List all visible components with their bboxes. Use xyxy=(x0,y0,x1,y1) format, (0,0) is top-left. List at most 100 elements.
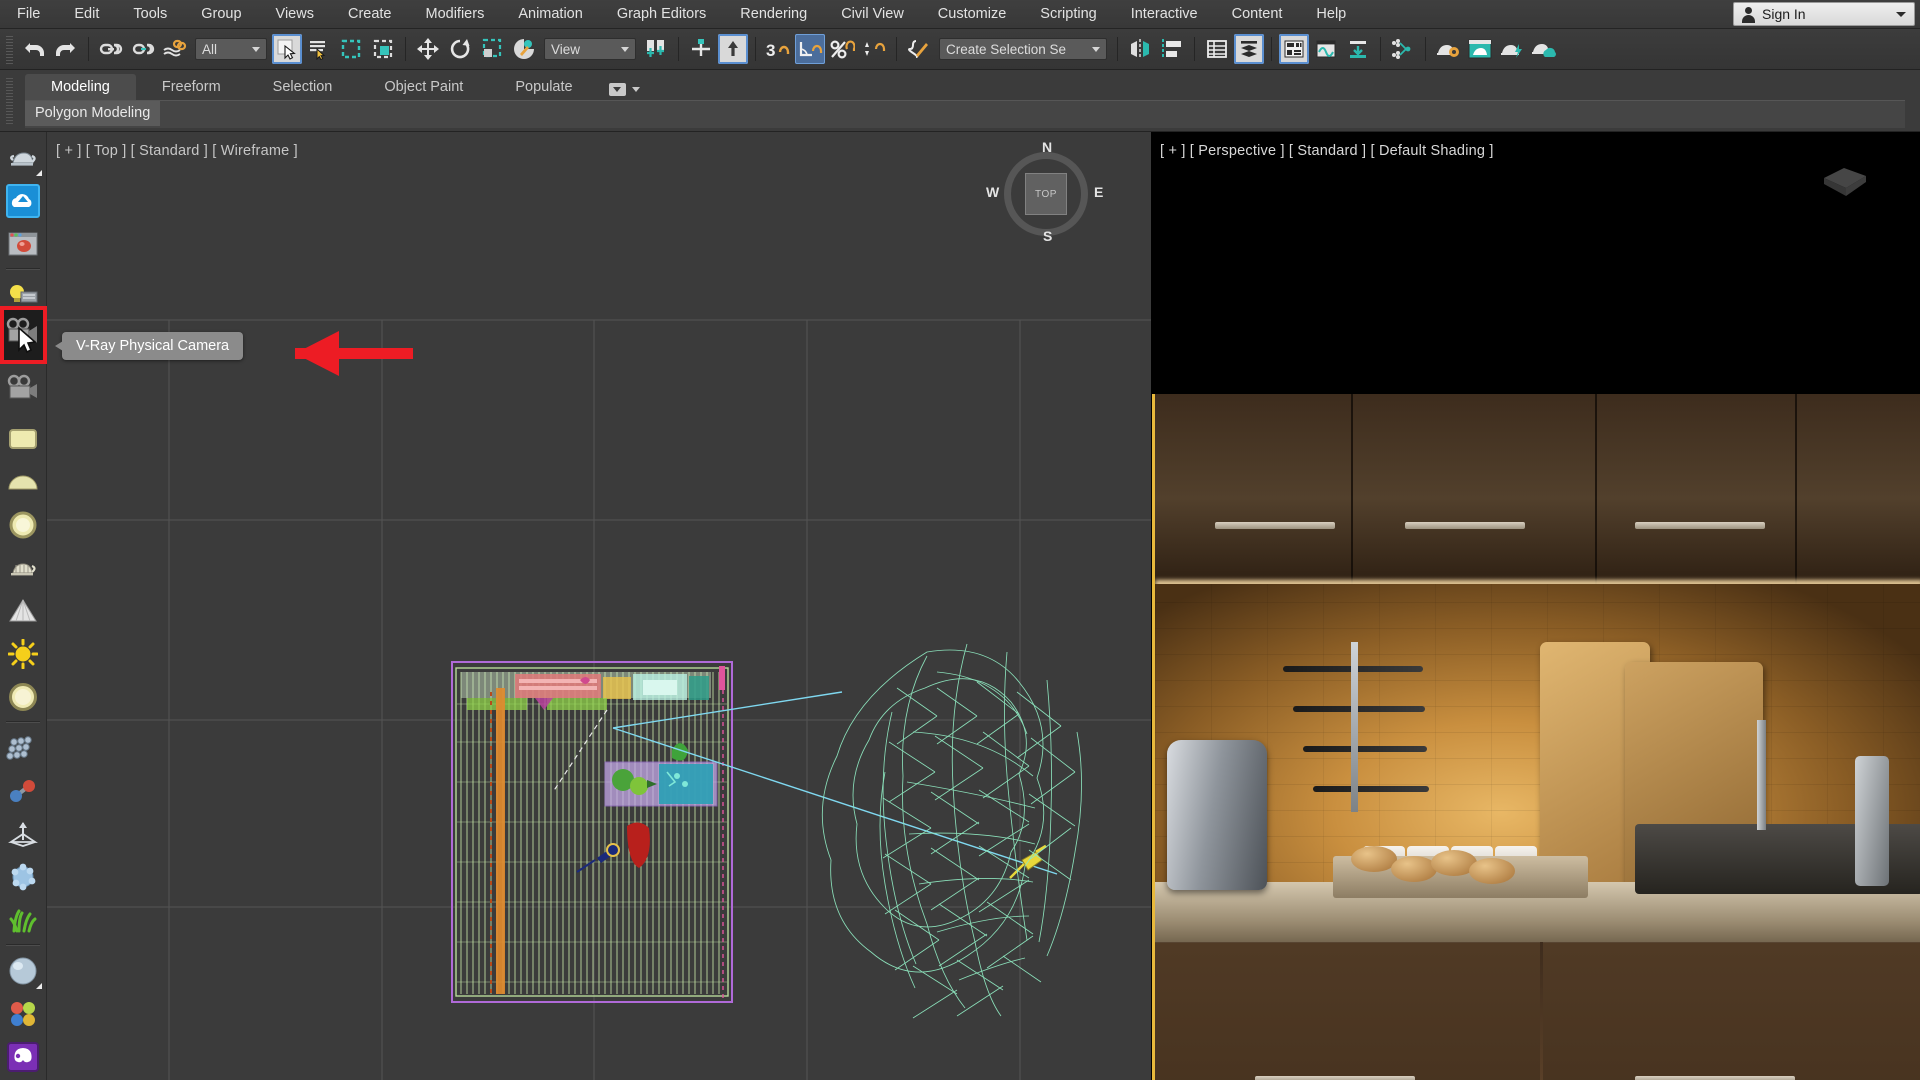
view-cube-perspective[interactable] xyxy=(1808,150,1880,210)
undo-button[interactable] xyxy=(19,34,49,64)
menu-item-edit[interactable]: Edit xyxy=(57,3,116,26)
reference-coordinate-system-combo[interactable]: View xyxy=(544,38,636,60)
layer-explorer-button[interactable] xyxy=(1202,34,1232,64)
material-editor-button[interactable] xyxy=(2,992,45,1035)
toolbar-divider xyxy=(6,268,40,270)
toolbar-grip[interactable] xyxy=(6,34,13,64)
left-command-toolbar xyxy=(0,132,47,1080)
view-cube-west-label[interactable]: W xyxy=(986,184,999,200)
sun-light-button[interactable] xyxy=(2,632,45,675)
bind-to-space-warp-button[interactable] xyxy=(160,34,190,64)
viewport-perspective[interactable]: [ + ] [ Perspective ] [ Standard ] [ Def… xyxy=(1151,132,1920,1080)
dome-primitive-button[interactable] xyxy=(2,460,45,503)
sign-in-button[interactable]: Sign In xyxy=(1733,2,1915,26)
menu-item-group[interactable]: Group xyxy=(184,3,258,26)
ribbon-panel-label[interactable]: Polygon Modeling xyxy=(25,101,161,126)
menu-item-content[interactable]: Content xyxy=(1215,3,1300,26)
edit-named-selection-sets-button[interactable] xyxy=(904,34,934,64)
tab-selection[interactable]: Selection xyxy=(247,74,359,100)
view-cube-top-face[interactable]: TOP xyxy=(1025,173,1067,215)
spinner-snap-toggle-button[interactable] xyxy=(859,34,889,64)
select-and-move-button[interactable] xyxy=(413,34,443,64)
tab-modeling[interactable]: Modeling xyxy=(25,74,136,100)
tab-object-paint[interactable]: Object Paint xyxy=(358,74,489,100)
ring-light-button[interactable] xyxy=(2,675,45,718)
compound-object-button[interactable] xyxy=(2,769,45,812)
select-and-place-button[interactable] xyxy=(509,34,539,64)
curve-editor-button[interactable] xyxy=(1311,34,1341,64)
rendered-frame-window-button[interactable] xyxy=(1465,34,1495,64)
disc-light-button[interactable] xyxy=(2,503,45,546)
plane-primitive-button[interactable] xyxy=(2,417,45,460)
grass-object-button[interactable] xyxy=(2,898,45,941)
select-and-manipulate-button[interactable] xyxy=(686,34,716,64)
unlink-selection-button[interactable] xyxy=(128,34,158,64)
ribbon-grip[interactable] xyxy=(6,76,13,124)
particle-view-button[interactable] xyxy=(1388,34,1418,64)
redo-button[interactable] xyxy=(51,34,81,64)
render-production-button[interactable] xyxy=(1497,34,1527,64)
scene-explorer-button[interactable] xyxy=(1234,34,1264,64)
menu-item-rendering[interactable]: Rendering xyxy=(723,3,824,26)
menu-item-tools[interactable]: Tools xyxy=(116,3,184,26)
select-and-scale-button[interactable] xyxy=(477,34,507,64)
render-in-cloud-button[interactable] xyxy=(1529,34,1559,64)
menu-item-modifiers[interactable]: Modifiers xyxy=(409,3,502,26)
menu-item-customize[interactable]: Customize xyxy=(921,3,1024,26)
percent-snap-toggle-button[interactable] xyxy=(827,34,857,64)
view-cube-north-label[interactable]: N xyxy=(1042,139,1052,155)
knife-rack-post xyxy=(1351,642,1358,812)
cone-primitive-button[interactable] xyxy=(2,589,45,632)
render-setup-button[interactable] xyxy=(1433,34,1463,64)
ribbon-toggle-button[interactable] xyxy=(1279,34,1309,64)
gamepad-button[interactable] xyxy=(2,1035,45,1078)
rectangular-selection-region-button[interactable] xyxy=(336,34,366,64)
toolbar-separator xyxy=(1194,37,1195,61)
named-selection-set-combo[interactable]: Create Selection Se xyxy=(939,38,1107,60)
space-warp-button[interactable] xyxy=(2,812,45,855)
ribbon-dropdown-button[interactable] xyxy=(599,80,650,100)
mirror-button[interactable] xyxy=(1125,34,1155,64)
schematic-view-button[interactable] xyxy=(1343,34,1373,64)
3ds-max-window: File Edit Tools Group Views Create Modif… xyxy=(0,0,1920,1080)
cloud-upload-button[interactable] xyxy=(2,179,45,222)
select-object-button[interactable] xyxy=(272,34,302,64)
menu-item-graph-editors[interactable]: Graph Editors xyxy=(600,3,723,26)
viewport-top[interactable]: [ + ] [ Top ] [ Standard ] [ Wireframe ] xyxy=(47,132,1151,1080)
vray-physical-camera-button[interactable] xyxy=(2,366,45,409)
menu-item-civil-view[interactable]: Civil View xyxy=(824,3,921,26)
menu-item-animation[interactable]: Animation xyxy=(501,3,599,26)
keyboard-shortcut-override-button[interactable] xyxy=(718,34,748,64)
chevron-down-icon[interactable] xyxy=(1092,46,1100,52)
menu-item-interactive[interactable]: Interactive xyxy=(1114,3,1215,26)
window-crossing-toggle-button[interactable] xyxy=(368,34,398,64)
select-and-rotate-button[interactable] xyxy=(445,34,475,64)
menu-item-help[interactable]: Help xyxy=(1299,3,1363,26)
align-flyout-button[interactable] xyxy=(1157,34,1187,64)
view-cube-east-label[interactable]: E xyxy=(1094,184,1103,200)
chevron-down-icon[interactable] xyxy=(621,46,629,52)
view-cube-south-label[interactable]: S xyxy=(1043,228,1052,244)
create-teapot-primitive-button[interactable] xyxy=(2,136,45,179)
selection-filter-combo[interactable]: All xyxy=(195,38,267,60)
select-and-link-button[interactable] xyxy=(96,34,126,64)
select-by-name-button[interactable] xyxy=(304,34,334,64)
menu-item-file[interactable]: File xyxy=(0,3,57,26)
fur-ball-button[interactable] xyxy=(2,855,45,898)
material-preview-button[interactable] xyxy=(2,222,45,265)
angle-snap-toggle-button[interactable] xyxy=(795,34,825,64)
chevron-down-icon[interactable] xyxy=(252,46,260,52)
snaps-toggle-button[interactable]: 3 xyxy=(763,34,793,64)
tab-populate[interactable]: Populate xyxy=(489,74,598,100)
glass-sphere-button[interactable] xyxy=(2,949,45,992)
menu-item-create[interactable]: Create xyxy=(331,3,409,26)
view-cube[interactable]: TOP N S E W xyxy=(986,139,1103,244)
chevron-down-icon[interactable] xyxy=(1896,11,1906,17)
particle-array-button[interactable] xyxy=(2,726,45,769)
teapot-wire-button[interactable] xyxy=(2,546,45,589)
selection-filter-value: All xyxy=(202,41,218,57)
tab-freeform[interactable]: Freeform xyxy=(136,74,247,100)
use-center-flyout-button[interactable] xyxy=(641,34,671,64)
menu-item-scripting[interactable]: Scripting xyxy=(1023,3,1113,26)
menu-item-views[interactable]: Views xyxy=(259,3,331,26)
